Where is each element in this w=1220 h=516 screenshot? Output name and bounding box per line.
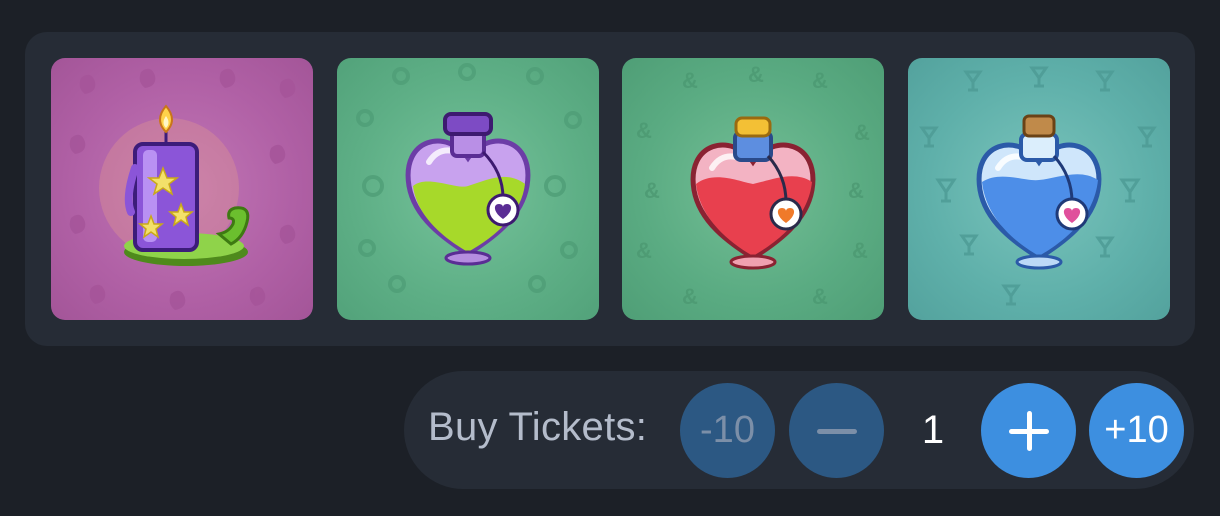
red-heart-potion-icon: & & & & & & & & & & & (636, 62, 870, 309)
minus-10-button[interactable]: -10 (680, 383, 775, 478)
buy-tickets-label: Buy Tickets: (428, 405, 648, 449)
minus-10-label: -10 (700, 409, 755, 451)
green-heart-potion-icon (356, 63, 582, 293)
plus-10-button[interactable]: +10 (1089, 383, 1184, 478)
reward-items-panel: & & & & & & & & & & & (25, 32, 1195, 346)
minus-1-button[interactable] (789, 383, 884, 478)
svg-text:&: & (636, 238, 652, 263)
item-tile-red-potion[interactable]: & & & & & & & & & & & (622, 58, 884, 320)
svg-text:&: & (636, 118, 652, 143)
item-tile-green-potion[interactable] (337, 58, 599, 320)
plus-10-label: +10 (1104, 409, 1169, 451)
svg-text:&: & (682, 68, 698, 93)
blue-heart-potion-icon (919, 66, 1157, 306)
candle-icon (69, 68, 296, 310)
svg-text:&: & (748, 62, 764, 87)
svg-text:&: & (682, 284, 698, 309)
svg-text:&: & (812, 68, 828, 93)
ticket-quantity: 1 (921, 408, 945, 452)
plus-icon (1008, 410, 1049, 451)
plus-1-button[interactable] (981, 383, 1076, 478)
svg-text:&: & (852, 238, 868, 263)
minus-icon (816, 411, 857, 451)
item-tile-candle[interactable] (51, 58, 313, 320)
svg-text:&: & (644, 178, 660, 203)
svg-text:&: & (848, 178, 864, 203)
buy-tickets-bar: Buy Tickets: -10 1 +10 (404, 371, 1194, 489)
svg-text:&: & (854, 120, 870, 145)
svg-text:&: & (812, 284, 828, 309)
item-tile-blue-potion[interactable] (908, 58, 1170, 320)
